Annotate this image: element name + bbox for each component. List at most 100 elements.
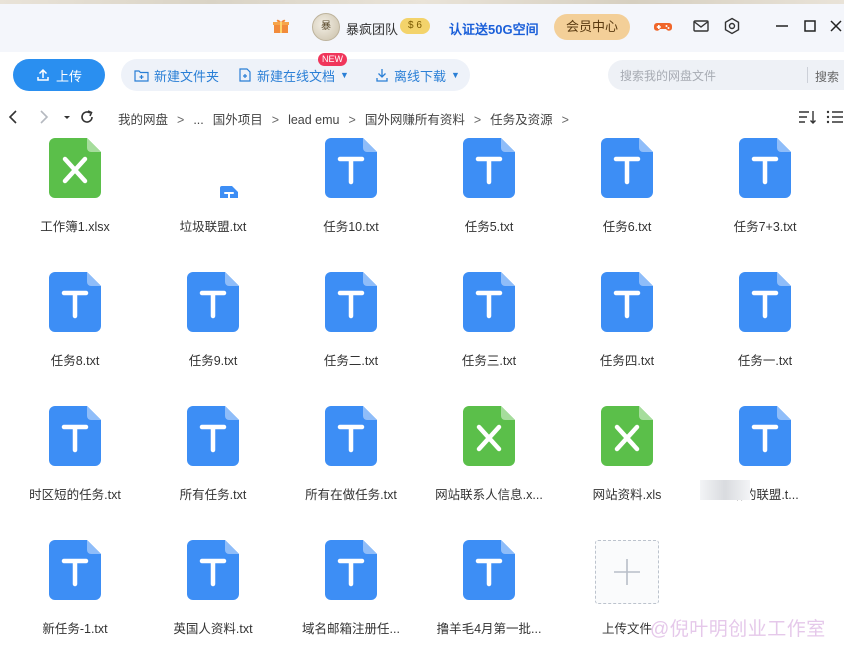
file-item[interactable]: 所有任务.txt	[144, 406, 282, 526]
back-icon[interactable]	[5, 108, 23, 126]
promo-link[interactable]: 认证送50G空间	[449, 19, 539, 38]
history-dropdown-icon[interactable]	[58, 108, 76, 126]
offline-download-button[interactable]: 离线下载 ▼	[375, 59, 460, 91]
coin-badge[interactable]: $ 6	[400, 18, 430, 34]
file-item[interactable]: 网站资料.xls	[558, 406, 696, 526]
file-name: 网站联系人信息.x...	[435, 488, 543, 502]
file-name: 任务8.txt	[50, 354, 100, 368]
breadcrumb-item[interactable]: 我的网盘	[118, 113, 168, 127]
text-file-icon	[325, 272, 377, 332]
file-item[interactable]: 网站联系人信息.x...	[420, 406, 558, 526]
file-name: 任务三.txt	[461, 354, 517, 368]
upload-button[interactable]: 上传	[13, 59, 105, 91]
avatar[interactable]: 暴	[312, 13, 340, 41]
breadcrumb-item[interactable]: ...	[193, 113, 203, 127]
file-name: 任务9.txt	[188, 354, 238, 368]
file-name: 任务6.txt	[602, 220, 652, 234]
gift-icon[interactable]	[272, 17, 290, 35]
file-item[interactable]: 给的联盟.t...	[696, 406, 834, 526]
maximize-icon[interactable]	[801, 17, 819, 35]
file-name: 任务四.txt	[599, 354, 655, 368]
file-item[interactable]: 任务8.txt	[6, 272, 144, 392]
breadcrumb-item[interactable]: 国外网赚所有资料	[365, 113, 465, 127]
text-file-icon	[325, 540, 377, 600]
breadcrumb-item[interactable]: 国外项目	[213, 113, 263, 127]
list-view-icon[interactable]	[826, 109, 844, 125]
text-file-icon	[739, 406, 791, 466]
file-name: 任务5.txt	[464, 220, 514, 234]
text-file-icon	[187, 406, 239, 466]
file-item[interactable]: 域名邮箱注册任...	[282, 540, 420, 660]
watermark: @倪叶明创业工作室	[650, 619, 826, 640]
text-file-icon	[187, 540, 239, 600]
nav-bar: 我的网盘 >... 国外项目 > lead emu > 国外网赚所有资料 > 任务及资源 >	[0, 100, 844, 134]
breadcrumb-separator: >	[561, 113, 569, 127]
new-online-doc-label: 新建在线文档	[257, 68, 336, 84]
file-name: 英国人资料.txt	[173, 622, 253, 636]
file-name: 新任务-1.txt	[42, 622, 108, 636]
search-box: 搜索	[608, 60, 844, 92]
new-badge: NEW	[318, 53, 347, 66]
text-file-icon	[463, 272, 515, 332]
breadcrumb: 我的网盘 >... 国外项目 > lead emu > 国外网赚所有资料 > 任务及资源 >	[118, 109, 578, 128]
file-item[interactable]: 任务10.txt	[282, 138, 420, 258]
breadcrumb-separator: >	[271, 113, 280, 127]
file-item[interactable]: 任务二.txt	[282, 272, 420, 392]
minimize-icon[interactable]	[773, 17, 791, 35]
text-file-icon	[739, 272, 791, 332]
sort-icon[interactable]	[798, 109, 816, 125]
breadcrumb-separator: >	[177, 113, 185, 127]
file-name: 撸羊毛4月第一批...	[436, 622, 542, 636]
vip-center-button[interactable]: 会员中心	[554, 14, 630, 40]
upload-icon	[37, 68, 49, 81]
file-item[interactable]: 任务5.txt	[420, 138, 558, 258]
refresh-icon[interactable]	[78, 108, 96, 126]
search-divider	[807, 67, 808, 83]
file-name: 任务一.txt	[737, 354, 793, 368]
file-item[interactable]: 任务一.txt	[696, 272, 834, 392]
upload-label: 上传	[55, 68, 82, 84]
file-name: 任务10.txt	[323, 220, 379, 234]
file-name: 域名邮箱注册任...	[302, 622, 400, 636]
text-file-icon	[187, 272, 239, 332]
excel-file-icon	[463, 406, 515, 466]
file-item[interactable]: 时区短的任务.txt	[6, 406, 144, 526]
game-icon[interactable]	[654, 17, 672, 35]
text-file-icon	[49, 272, 101, 332]
excel-file-icon	[601, 406, 653, 466]
file-item[interactable]: 所有在做任务.txt	[282, 406, 420, 526]
redaction-blur	[700, 480, 750, 500]
new-folder-icon	[134, 69, 149, 82]
file-item[interactable]: 任务6.txt	[558, 138, 696, 258]
file-item[interactable]: 撸羊毛4月第一批...	[420, 540, 558, 660]
file-item[interactable]: 任务四.txt	[558, 272, 696, 392]
decorative-banner	[0, 0, 844, 4]
file-item[interactable]: 任务9.txt	[144, 272, 282, 392]
text-file-icon	[601, 138, 653, 198]
breadcrumb-item[interactable]: lead emu	[288, 113, 339, 127]
close-icon[interactable]	[827, 17, 844, 35]
file-item[interactable]: 工作簿1.xlsx	[6, 138, 144, 258]
file-name: 任务二.txt	[323, 354, 379, 368]
file-item[interactable]: 英国人资料.txt	[144, 540, 282, 660]
breadcrumb-separator: >	[348, 113, 356, 127]
username[interactable]: 暴疯团队	[346, 19, 398, 38]
mail-icon[interactable]	[692, 17, 710, 35]
new-folder-button[interactable]: 新建文件夹	[134, 59, 219, 91]
forward-icon[interactable]	[34, 108, 52, 126]
search-input[interactable]	[618, 60, 807, 92]
settings-icon[interactable]	[723, 17, 741, 35]
excel-file-icon	[49, 138, 101, 198]
file-item[interactable]: 任务三.txt	[420, 272, 558, 392]
chevron-down-icon: ▼	[340, 70, 349, 80]
file-item[interactable]: 垃圾联盟.txt	[144, 138, 282, 258]
text-file-icon	[325, 138, 377, 198]
file-name: 网站资料.xls	[592, 488, 662, 502]
file-item[interactable]: 新任务-1.txt	[6, 540, 144, 660]
new-folder-label: 新建文件夹	[154, 68, 220, 84]
text-file-icon	[601, 272, 653, 332]
file-item[interactable]: 任务7+3.txt	[696, 138, 834, 258]
search-button[interactable]: 搜索	[815, 68, 839, 85]
upload-file-item[interactable]: 上传文件	[558, 540, 696, 660]
breadcrumb-item[interactable]: 任务及资源	[490, 113, 553, 127]
